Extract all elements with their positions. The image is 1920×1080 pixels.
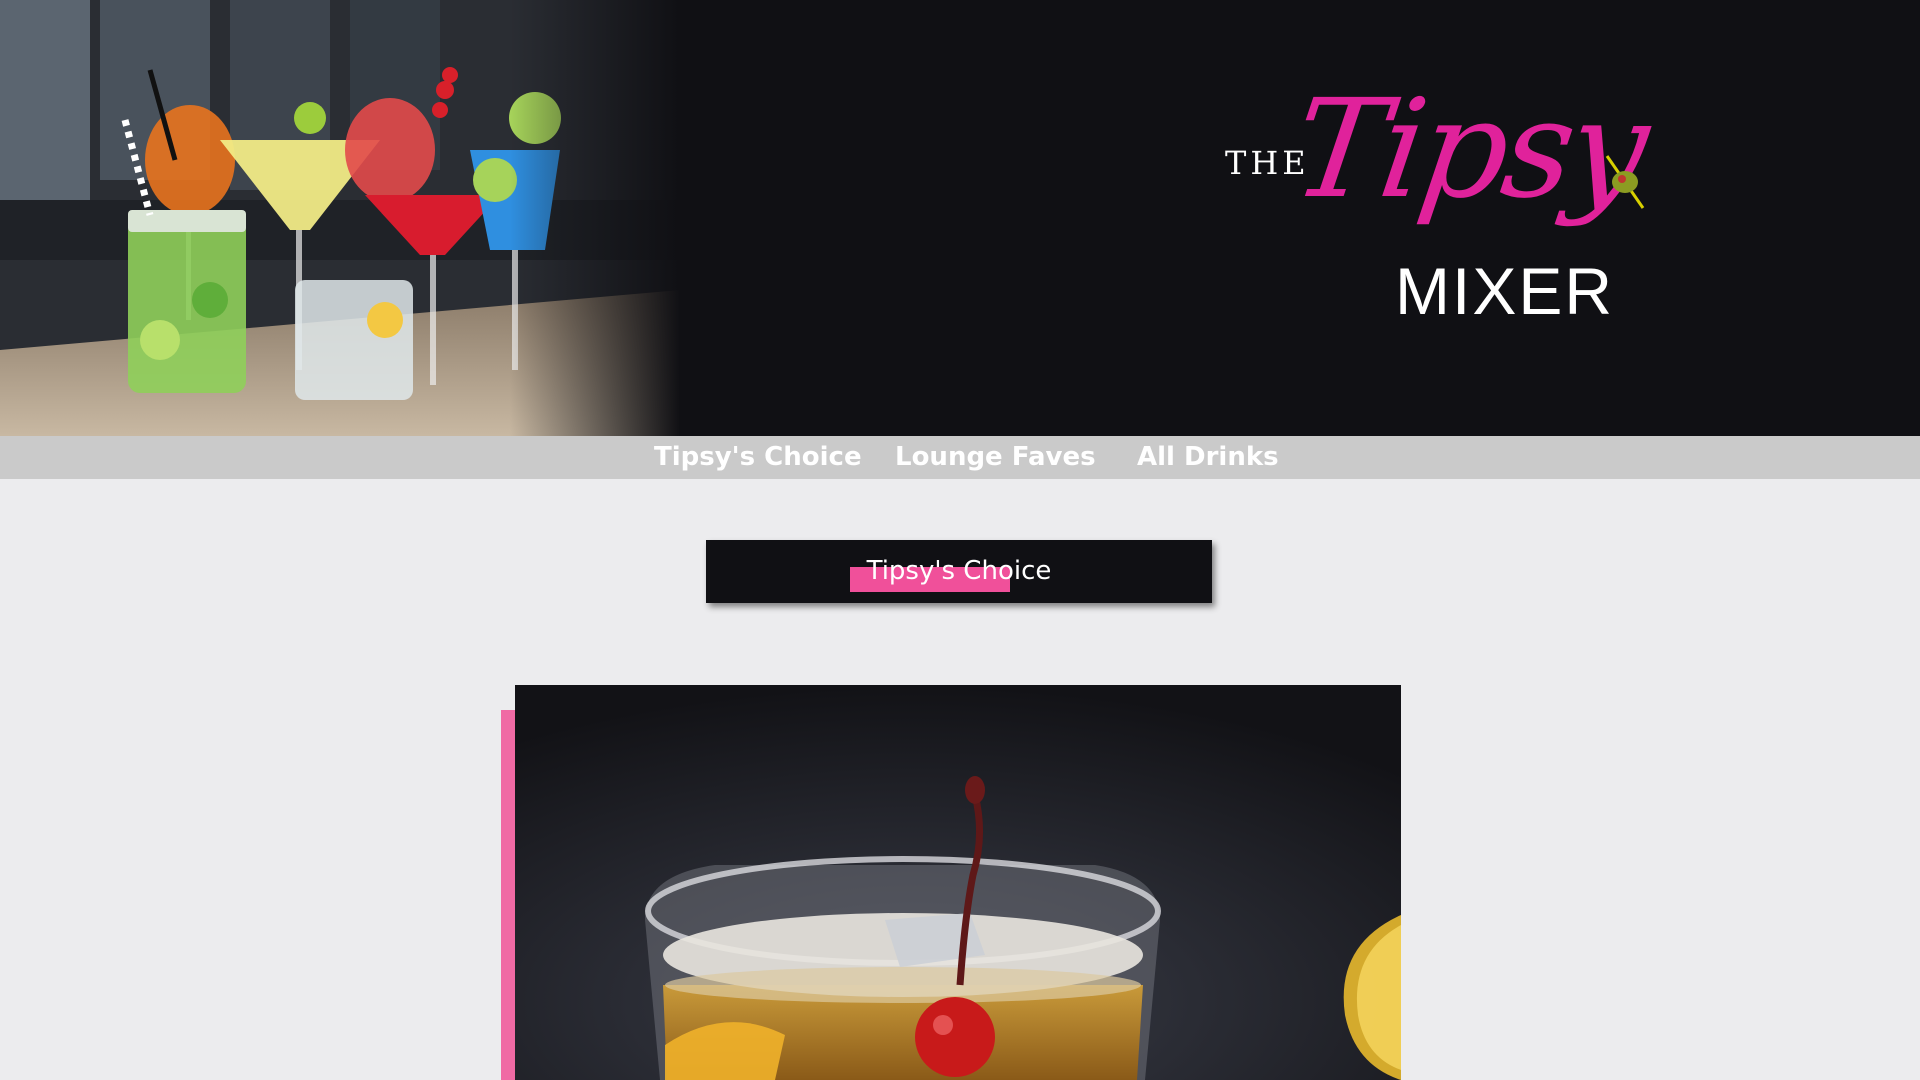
hero-cocktails-image bbox=[0, 0, 680, 436]
nav-item-tipsys-choice[interactable]: Tipsy's Choice bbox=[654, 440, 862, 474]
section-title: Tipsy's Choice bbox=[866, 556, 1052, 586]
site-header: THE Tipsy MIXER bbox=[0, 0, 1920, 436]
olive-pick-icon bbox=[1605, 155, 1645, 209]
logo-mixer-text: MIXER bbox=[1395, 254, 1615, 328]
nav-item-all-drinks[interactable]: All Drinks bbox=[1137, 440, 1279, 474]
featured-drink-image[interactable] bbox=[515, 685, 1401, 1080]
site-logo[interactable]: THE Tipsy MIXER bbox=[1215, 71, 1654, 338]
section-title-banner: Tipsy's Choice bbox=[706, 540, 1212, 603]
nav-item-lounge-faves[interactable]: Lounge Faves bbox=[895, 440, 1096, 474]
main-nav: Tipsy's Choice Lounge Faves All Drinks bbox=[0, 436, 1920, 479]
pink-accent-bar bbox=[501, 710, 515, 1080]
